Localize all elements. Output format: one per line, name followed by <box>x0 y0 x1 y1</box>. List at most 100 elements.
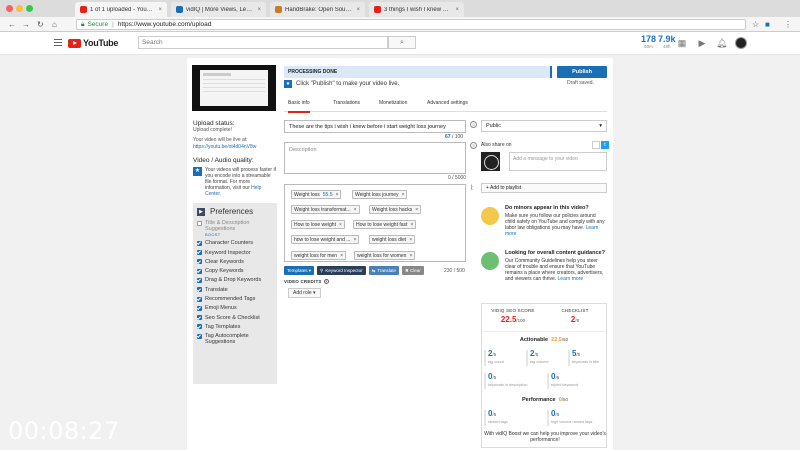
boost-badge: BOOST <box>205 232 221 238</box>
tag-remove-icon[interactable]: × <box>409 237 412 243</box>
tab-translations[interactable]: Translations <box>333 100 360 106</box>
tag-chip[interactable]: How to lose weight fast × <box>353 220 417 229</box>
browser-menu-icon[interactable]: ⋮ <box>784 20 792 29</box>
tab-basic-info[interactable]: Basic info <box>288 100 310 113</box>
preference-item[interactable]: Title & Description Suggestions <box>193 220 277 232</box>
tag-chip[interactable]: weight loss for men × <box>291 251 346 260</box>
preference-item[interactable]: Translate <box>193 287 277 293</box>
preference-checkbox[interactable] <box>197 296 202 302</box>
preference-item[interactable]: Copy Keywords <box>193 268 277 274</box>
paperclip-icon[interactable]: ⌇ <box>470 184 473 192</box>
preference-checkbox[interactable] <box>197 220 202 226</box>
tag-chip[interactable]: Weight loss 55.5 × <box>291 190 342 199</box>
tab-close-icon[interactable]: × <box>455 7 459 13</box>
tab-monetization[interactable]: Monetization <box>379 100 407 106</box>
add-role-button[interactable]: Add role ▾ <box>288 288 321 298</box>
preference-checkbox[interactable] <box>197 268 202 274</box>
preference-item[interactable]: Emoji Menus <box>193 305 277 311</box>
browser-tab-2[interactable]: vidIQ | More Views, Less Time. × <box>171 2 266 17</box>
tag-chip[interactable]: Weight loss hacks × <box>369 205 422 214</box>
url-field[interactable]: 🔒︎ Secure | https://www.youtube.com/uplo… <box>76 19 746 30</box>
preference-checkbox[interactable] <box>197 250 202 256</box>
clear-tags-button[interactable]: ✖ Clear <box>401 266 424 275</box>
browser-tab-1[interactable]: 1 of 1 uploaded - YouTube × <box>75 2 167 17</box>
preference-item[interactable]: Keyword Inspector <box>193 250 277 256</box>
publish-button[interactable]: Publish <box>557 66 607 78</box>
tag-remove-icon[interactable]: × <box>354 207 357 213</box>
preference-checkbox[interactable] <box>197 277 202 283</box>
reload-icon[interactable]: ↻ <box>37 20 44 29</box>
tab-close-icon[interactable]: × <box>158 7 162 13</box>
help-icon[interactable]: ? <box>323 279 329 284</box>
bookmark-star-icon[interactable]: ☆ <box>752 20 759 29</box>
maximize-window-icon[interactable] <box>26 5 33 12</box>
preference-item[interactable]: Drag & Drop Keywords <box>193 277 277 283</box>
tab-close-icon[interactable]: × <box>257 7 261 13</box>
tag-remove-icon[interactable]: × <box>336 192 339 198</box>
browser-tab-3[interactable]: HandBrake: Open Source Video × <box>270 2 365 17</box>
tag-chip[interactable]: Weight loss transformat... × <box>291 205 360 214</box>
preference-checkbox[interactable] <box>197 240 202 246</box>
guidance-learn-more-link[interactable]: Learn more <box>558 276 584 282</box>
preference-item[interactable]: Recommended Tags <box>193 296 277 302</box>
preference-item[interactable]: Clear Keywords <box>193 259 277 265</box>
preference-item[interactable]: Tag Templates <box>193 324 277 330</box>
preference-checkbox[interactable] <box>197 287 202 293</box>
tag-chip[interactable]: weight loss for women × <box>354 251 416 260</box>
back-arrow-icon[interactable]: ← <box>8 20 16 29</box>
description-input[interactable]: Description <box>284 142 466 174</box>
tag-remove-icon[interactable]: × <box>353 237 356 243</box>
title-input[interactable]: These are the tips i wish i knew before … <box>284 120 466 133</box>
preference-checkbox[interactable] <box>197 259 202 265</box>
tag-remove-icon[interactable]: × <box>410 222 413 228</box>
twitter-icon[interactable]: t <box>601 141 609 149</box>
realtime-views-48h[interactable]: 7.9k 48h <box>658 35 676 51</box>
share-message-input[interactable]: Add a message to your video <box>509 152 607 171</box>
tag-remove-icon[interactable]: × <box>339 222 342 228</box>
browser-tab-4[interactable]: 3 things I wish I knew before I... × <box>369 2 464 17</box>
emoji-icon[interactable]: ☺ <box>470 142 477 149</box>
home-icon[interactable]: ⌂ <box>52 20 57 29</box>
tag-chip[interactable]: weight loss diet × <box>369 235 416 244</box>
account-avatar[interactable] <box>735 37 747 49</box>
preference-item[interactable]: Tag Autocomplete Suggestions <box>193 333 277 345</box>
emoji-icon[interactable]: ☺ <box>470 121 477 128</box>
notifications-bell-icon[interactable]: 🔔︎ <box>716 38 727 48</box>
upload-video-icon[interactable]: ▶ <box>697 38 707 48</box>
tag-remove-icon[interactable]: × <box>409 253 412 259</box>
close-window-icon[interactable] <box>6 5 13 12</box>
tag-chip[interactable]: How to lose weight × <box>291 220 345 229</box>
preference-item[interactable]: Character Counters <box>193 240 277 246</box>
templates-button[interactable]: Templates ▾ <box>284 266 315 275</box>
preference-item[interactable]: Seo Score & Checklist <box>193 315 277 321</box>
preference-checkbox[interactable] <box>197 315 202 321</box>
tab-advanced-settings[interactable]: Advanced settings <box>427 100 468 106</box>
minimize-window-icon[interactable] <box>16 5 23 12</box>
video-live-link[interactable]: https://youtu.be/ot4d04nV8w <box>193 144 277 151</box>
preference-checkbox[interactable] <box>197 333 202 339</box>
preference-checkbox[interactable] <box>197 324 202 330</box>
add-to-playlist-button[interactable]: + Add to playlist <box>481 183 607 193</box>
keyword-inspector-button[interactable]: ⚲ Keyword Inspector <box>317 266 366 275</box>
metric-value: 0/5 <box>551 409 560 418</box>
tags-input[interactable]: Weight loss 55.5 × Weight loss journey × Weig… <box>284 184 466 262</box>
tag-remove-icon[interactable]: × <box>415 207 418 213</box>
vidiq-chart-icon[interactable]: ▦ <box>677 38 687 48</box>
translate-button[interactable]: ⇆ Translate <box>368 266 399 275</box>
tag-remove-icon[interactable]: × <box>402 192 405 198</box>
tab-close-icon[interactable]: × <box>356 7 360 13</box>
tag-chip[interactable]: how to lose weight and ... × <box>291 235 360 244</box>
tag-chip[interactable]: Weight loss journey × <box>352 190 408 199</box>
preference-checkbox[interactable] <box>197 305 202 311</box>
preference-label: Title & Description Suggestions <box>205 220 250 232</box>
tag-remove-icon[interactable]: × <box>340 253 343 259</box>
privacy-select[interactable]: Public ▾ <box>481 120 607 132</box>
extension-icon[interactable]: ■ <box>765 20 770 29</box>
search-input[interactable]: Search <box>138 36 388 49</box>
forward-arrow-icon[interactable]: → <box>22 20 30 29</box>
realtime-views-60m[interactable]: 178 60m <box>641 35 656 51</box>
share-checkbox[interactable] <box>592 141 600 149</box>
hamburger-menu-icon[interactable] <box>54 39 62 46</box>
youtube-logo[interactable]: YouTube <box>68 38 118 48</box>
search-button[interactable]: ⌕ <box>388 36 416 49</box>
